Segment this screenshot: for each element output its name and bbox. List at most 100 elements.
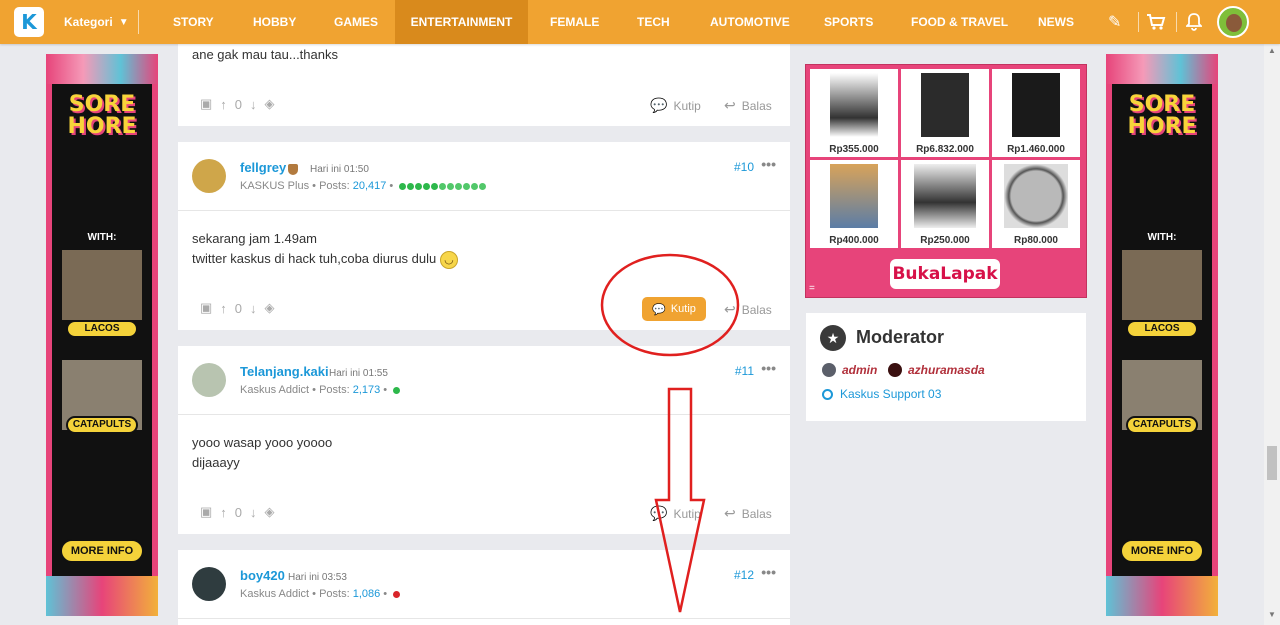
- reply-icon: ↩: [724, 505, 736, 521]
- product-image: [830, 73, 878, 137]
- nav-tech[interactable]: TECH: [637, 0, 670, 44]
- cendol-icon[interactable]: ▣: [200, 504, 212, 520]
- support-link[interactable]: Kaskus Support 03: [822, 387, 941, 401]
- nav-news[interactable]: NEWS: [1038, 0, 1074, 44]
- shield-badge-icon: [288, 164, 298, 175]
- avatar[interactable]: [192, 159, 226, 193]
- post-vote-bar: ▣ ↑ 0 ↓ ◈: [200, 300, 283, 316]
- kategori-menu[interactable]: Kategori ▼: [64, 0, 129, 44]
- post-card: boy420 Hari ini 03:53 Kaskus Addict • Po…: [178, 550, 790, 625]
- post-time: Hari ini 03:53: [288, 572, 347, 583]
- nav-games[interactable]: GAMES: [334, 0, 378, 44]
- upvote-icon[interactable]: ↑: [220, 505, 227, 520]
- nav-hobby[interactable]: HOBBY: [253, 0, 296, 44]
- product-image: [830, 164, 878, 228]
- nav-automotive[interactable]: AUTOMOTIVE: [710, 0, 790, 44]
- moderator-panel: ★ Moderator admin azhuramasda Kaskus Sup…: [806, 313, 1086, 421]
- support-icon: [822, 388, 833, 400]
- pencil-icon[interactable]: ✎: [1108, 0, 1121, 44]
- quote-button[interactable]: 💬 Kutip: [650, 97, 701, 114]
- nav-female[interactable]: FEMALE: [550, 0, 599, 44]
- more-options-icon[interactable]: •••: [761, 156, 776, 172]
- avatar[interactable]: [192, 363, 226, 397]
- bell-icon[interactable]: [1186, 0, 1202, 44]
- post-time: Hari ini 01:50: [310, 164, 369, 175]
- vote-count: 0: [234, 96, 243, 112]
- downvote-icon[interactable]: ↓: [250, 97, 257, 112]
- cendol-icon[interactable]: ▣: [200, 300, 212, 316]
- upvote-icon[interactable]: ↑: [220, 301, 227, 316]
- avatar: [822, 363, 836, 377]
- guest-tag: CATAPULTS: [1126, 416, 1198, 434]
- quote-icon: 💬: [650, 505, 668, 521]
- post-card: Telanjang.kaki Hari ini 01:55 Kaskus Add…: [178, 346, 790, 534]
- downvote-icon[interactable]: ↓: [250, 505, 257, 520]
- ad-product[interactable]: Rp250.000: [901, 160, 989, 248]
- reply-icon: ↩: [724, 97, 736, 113]
- reply-button[interactable]: ↩ Balas: [724, 97, 772, 114]
- post-number[interactable]: #12: [734, 568, 754, 582]
- product-image: [914, 164, 976, 228]
- scroll-down-icon[interactable]: ▼: [1268, 610, 1276, 619]
- ad-product[interactable]: Rp400.000: [810, 160, 898, 248]
- product-image: [1012, 73, 1060, 137]
- avatar: [888, 363, 902, 377]
- nav-food-travel[interactable]: FOOD & TRAVEL: [911, 0, 1008, 44]
- reply-button[interactable]: ↩ Balas: [724, 505, 772, 522]
- reply-button[interactable]: ↩ Balas: [724, 301, 772, 318]
- ad-product[interactable]: Rp1.460.000: [992, 69, 1080, 157]
- post-card: ane gak mau tau...thanks ▣ ↑ 0 ↓ ◈ 💬 Kuti…: [178, 44, 790, 126]
- user-avatar[interactable]: [1217, 6, 1249, 38]
- product-image: [921, 73, 969, 137]
- bata-icon[interactable]: ◈: [265, 504, 275, 520]
- post-content: yooo wasap yooo yoooo dijaaayy: [192, 435, 333, 470]
- more-info-button[interactable]: MORE INFO: [60, 539, 144, 563]
- downvote-icon[interactable]: ↓: [250, 301, 257, 316]
- user-rank: KASKUS Plus • Posts: 20,417 •: [240, 180, 487, 192]
- page-scrollbar[interactable]: ▲ ▼: [1264, 44, 1280, 625]
- scrollbar-thumb[interactable]: [1267, 446, 1277, 480]
- post-username[interactable]: boy420: [240, 568, 285, 583]
- moderator-item[interactable]: admin: [822, 363, 877, 377]
- nav-entertainment[interactable]: ENTERTAINMENT: [395, 0, 528, 44]
- nav-story[interactable]: STORY: [173, 0, 214, 44]
- scroll-up-icon[interactable]: ▲: [1268, 46, 1276, 55]
- right-side-banner[interactable]: SORE HORE WITH: LACOS CATAPULTS MORE INFO: [1106, 54, 1218, 616]
- product-image: [1004, 164, 1068, 228]
- quote-icon: 💬: [650, 97, 668, 113]
- bata-icon[interactable]: ◈: [265, 96, 275, 112]
- vote-count: 0: [234, 300, 243, 316]
- post-time: Hari ini 01:55: [329, 368, 388, 379]
- quote-button[interactable]: 💬 Kutip: [650, 505, 701, 522]
- nav-divider: [1176, 12, 1177, 32]
- bukalapak-logo[interactable]: BukaLapak: [890, 259, 1000, 289]
- upvote-icon[interactable]: ↑: [220, 97, 227, 112]
- post-number[interactable]: #10: [734, 160, 754, 174]
- nav-divider: [1138, 12, 1139, 32]
- ad-product[interactable]: Rp80.000: [992, 160, 1080, 248]
- banner-title: SORE HORE: [1127, 92, 1197, 139]
- bata-icon[interactable]: ◈: [265, 300, 275, 316]
- post-number[interactable]: #11: [735, 364, 754, 378]
- cart-icon[interactable]: [1146, 0, 1166, 44]
- quote-button-highlighted[interactable]: 💬 Kutip: [642, 297, 706, 321]
- cendol-icon[interactable]: ▣: [200, 96, 212, 112]
- more-options-icon[interactable]: •••: [761, 360, 776, 376]
- left-side-banner[interactable]: SORE HORE WITH: LACOS CATAPULTS MORE INFO: [46, 54, 158, 616]
- nav-sports[interactable]: SPORTS: [824, 0, 873, 44]
- guest-tag: CATAPULTS: [66, 416, 138, 434]
- top-navbar: K Kategori ▼ STORY HOBBY GAMES ENTERTAIN…: [0, 0, 1280, 44]
- more-info-button[interactable]: MORE INFO: [1120, 539, 1204, 563]
- ad-product[interactable]: Rp6.832.000: [901, 69, 989, 157]
- more-options-icon[interactable]: •••: [761, 564, 776, 580]
- ad-product[interactable]: Rp355.000: [810, 69, 898, 157]
- post-content: sekarang jam 1.49am twitter kaskus di ha…: [192, 229, 458, 269]
- user-rank: Kaskus Addict • Posts: 1,086 •: [240, 588, 401, 600]
- reply-icon: ↩: [724, 301, 736, 317]
- post-username[interactable]: Telanjang.kaki: [240, 364, 329, 379]
- avatar[interactable]: [192, 567, 226, 601]
- moderator-item[interactable]: azhuramasda: [888, 363, 985, 377]
- moderator-title: Moderator: [856, 327, 945, 347]
- kaskus-logo[interactable]: K: [14, 7, 44, 37]
- post-username[interactable]: fellgrey: [240, 160, 286, 175]
